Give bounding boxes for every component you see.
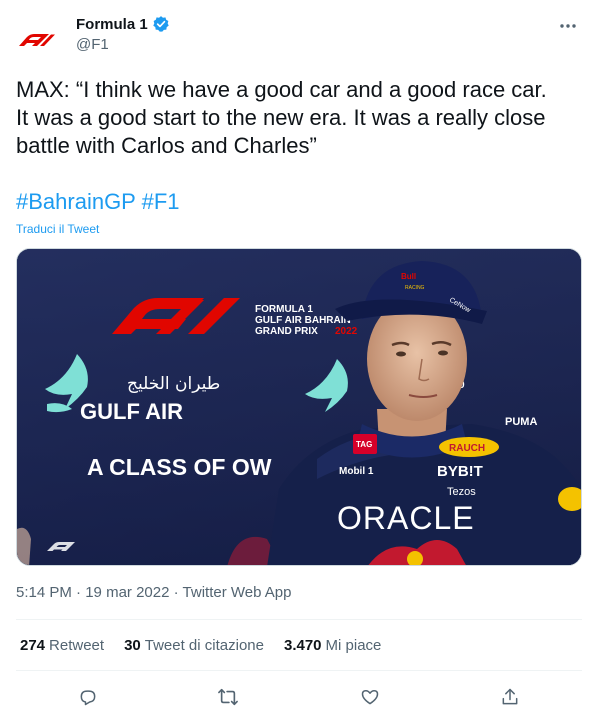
board-title-line-1: FORMULA 1 [255, 304, 313, 315]
tweet-header: Formula 1 @F1 [16, 10, 582, 58]
hashtag-link[interactable]: #BahrainGP [16, 189, 135, 214]
author-name[interactable]: Formula 1 [76, 16, 148, 33]
mobil-text: Mobil 1 [339, 466, 374, 477]
stat-count: 30 [124, 637, 141, 654]
share-icon [502, 688, 518, 705]
tag-heuer-text: TAG [356, 440, 372, 449]
board-year: 2022 [335, 326, 358, 337]
stat-count: 3.470 [283, 637, 322, 654]
board-title-line-2: GULF AIR BAHRAIN [255, 315, 351, 326]
more-options-button[interactable] [556, 16, 580, 36]
tezos-text: Tezos [447, 486, 476, 498]
retweet-icon [218, 688, 238, 706]
f1-logo-icon [19, 34, 55, 46]
board-title-line-3: GRAND PRIX [255, 326, 318, 337]
heart-icon [361, 690, 379, 705]
more-dots-icon [560, 24, 576, 28]
hashtag-link[interactable]: #F1 [142, 189, 180, 214]
oracle-text: ORACLE [337, 500, 475, 536]
gulf-air-arabic: طيران الخليج [127, 374, 220, 394]
puma-text: PUMA [505, 416, 537, 428]
translate-tweet-link[interactable]: Traduci il Tweet [16, 222, 99, 236]
author-handle[interactable]: @F1 [76, 36, 170, 53]
meta-separator: · [173, 584, 183, 601]
divider [16, 670, 582, 671]
tweet-media-image[interactable]: FORMULA 1 GULF AIR BAHRAIN GRAND PRIX 20… [16, 248, 582, 566]
tweet-meta: 5:14 PM · 19 mar 2022 · Twitter Web App [16, 584, 291, 601]
cap-racing-text: RACING [405, 285, 425, 291]
cap-logo-text: Bull [401, 272, 416, 281]
divider [16, 619, 582, 620]
tweet-hashtags: #BahrainGP #F1 [16, 188, 180, 216]
like-count-link[interactable]: 3.470 Mi piace [284, 637, 381, 654]
retweet-button[interactable] [211, 680, 245, 714]
photo-max-verstappen: FORMULA 1 GULF AIR BAHRAIN GRAND PRIX 20… [17, 249, 581, 565]
tweet-date[interactable]: 19 mar 2022 [85, 584, 169, 601]
class-slogan: A CLASS OF OW [87, 454, 272, 480]
stat-label: Retweet [49, 637, 105, 654]
reply-button[interactable] [71, 680, 105, 714]
bybit-text: BYB!T [437, 463, 483, 480]
gulf-air-english: GULF AIR [80, 399, 183, 424]
author-info: Formula 1 @F1 [76, 15, 170, 53]
stat-label: Tweet di citazione [144, 637, 264, 654]
tweet-actions-bar [16, 680, 582, 714]
tweet-stats: 274 Retweet 30 Tweet di citazione 3.470 Mi … [20, 637, 381, 654]
stat-label: Mi piace [325, 637, 382, 654]
retweet-count-link[interactable]: 274 Retweet [20, 637, 104, 654]
tweet-text: MAX: “I think we have a good car and a g… [16, 77, 547, 158]
rauch-text: RAUCH [449, 443, 485, 454]
avatar[interactable] [16, 16, 64, 64]
stat-count: 274 [20, 637, 46, 654]
reply-icon [80, 690, 96, 706]
tweet-time[interactable]: 5:14 PM [16, 584, 72, 601]
like-button[interactable] [353, 680, 387, 714]
share-button[interactable] [493, 680, 527, 714]
tweet-source-app[interactable]: Twitter Web App [183, 584, 292, 601]
verified-badge-icon [152, 16, 169, 32]
meta-separator: · [76, 584, 86, 601]
quote-count-link[interactable]: 30 Tweet di citazione [124, 637, 264, 654]
